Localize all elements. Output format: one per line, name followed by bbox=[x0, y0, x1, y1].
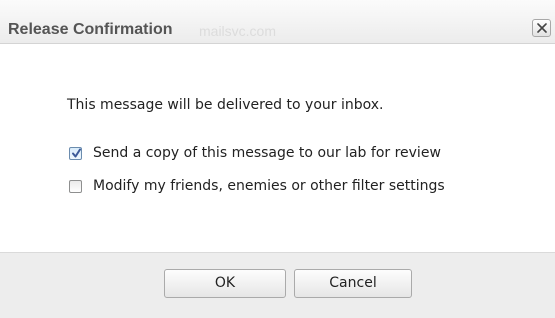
dialog-footer: OK Cancel bbox=[0, 252, 555, 318]
close-button[interactable] bbox=[532, 19, 551, 37]
cancel-button[interactable]: Cancel bbox=[294, 269, 412, 298]
delivery-message: This message will be delivered to your i… bbox=[67, 97, 384, 113]
dialog-title: Release Confirmation bbox=[8, 21, 173, 38]
modify-filters-label[interactable]: Modify my friends, enemies or other filt… bbox=[93, 178, 445, 194]
dialog-titlebar: Release Confirmation mailsvc.com bbox=[0, 0, 555, 44]
send-copy-checkbox[interactable] bbox=[69, 147, 82, 160]
release-confirmation-dialog: Release Confirmation mailsvc.com This me… bbox=[0, 0, 555, 318]
close-icon bbox=[537, 23, 547, 33]
background-domain-text: mailsvc.com bbox=[199, 23, 277, 39]
checkmark-icon bbox=[72, 148, 81, 158]
send-copy-label[interactable]: Send a copy of this message to our lab f… bbox=[93, 145, 441, 161]
dialog-body: This message will be delivered to your i… bbox=[0, 44, 555, 252]
modify-filters-checkbox[interactable] bbox=[69, 180, 82, 193]
ok-button[interactable]: OK bbox=[164, 269, 286, 298]
